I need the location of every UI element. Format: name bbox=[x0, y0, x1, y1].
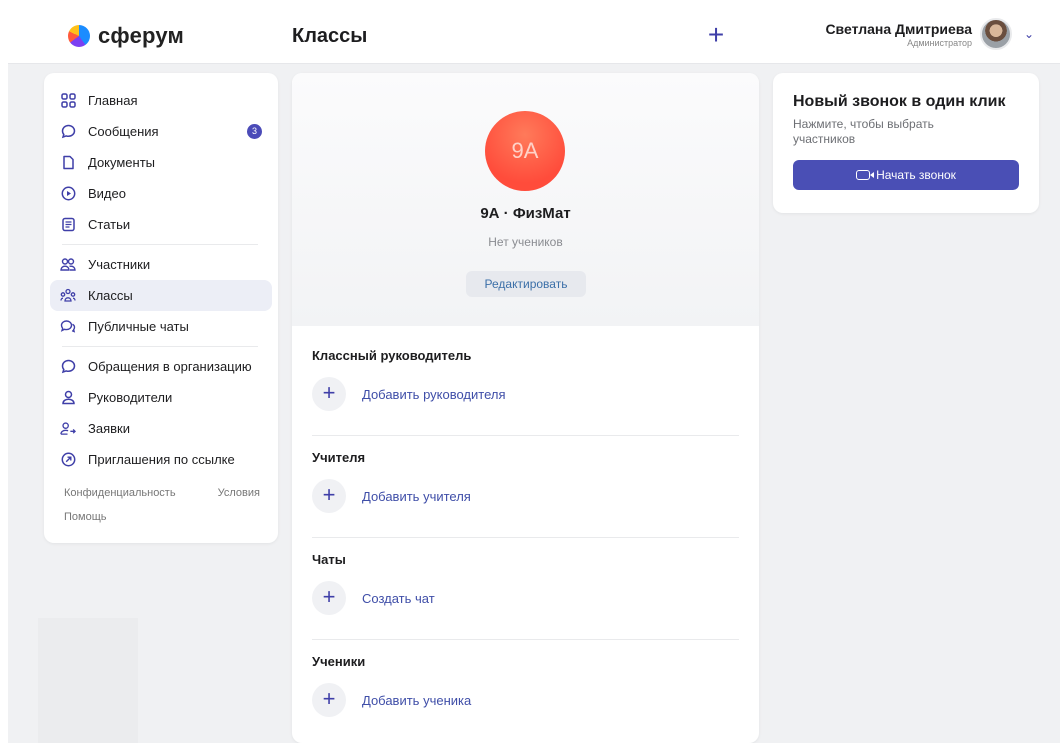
quick-call-card: Новый звонок в один клик Нажмите, чтобы … bbox=[773, 73, 1039, 213]
class-student-count: Нет учеников bbox=[488, 235, 563, 249]
top-bar: сферум Классы + Светлана Дмитриева Админ… bbox=[8, 8, 1060, 64]
section-teachers: Учителя + Добавить учителя bbox=[312, 450, 739, 513]
add-student-button[interactable]: + Добавить ученика bbox=[312, 683, 739, 717]
user-info: Светлана Дмитриева Администратор bbox=[825, 21, 972, 48]
sidebar-item-label: Документы bbox=[88, 155, 156, 170]
sidebar-item-articles[interactable]: Статьи bbox=[50, 209, 272, 240]
video-camera-icon bbox=[856, 170, 875, 180]
add-class-teacher-button[interactable]: + Добавить руководителя bbox=[312, 377, 739, 411]
add-teacher-button[interactable]: + Добавить учителя bbox=[312, 479, 739, 513]
add-label: Добавить руководителя bbox=[362, 386, 506, 402]
sidebar-item-label: Заявки bbox=[88, 421, 130, 436]
sidebar-item-public-chats[interactable]: Публичные чаты bbox=[50, 311, 272, 342]
chevron-down-icon[interactable]: ⌄ bbox=[1020, 25, 1038, 43]
sidebar-item-managers[interactable]: Руководители bbox=[50, 382, 272, 413]
start-call-button[interactable]: Начать звонок bbox=[793, 160, 1019, 190]
sidebar-divider bbox=[62, 244, 258, 245]
privacy-link[interactable]: Конфиденциальность bbox=[64, 487, 176, 499]
section-title: Чаты bbox=[312, 552, 346, 567]
play-icon bbox=[60, 186, 76, 202]
class-header: 9A 9А · ФизМат Нет учеников Редактироват… bbox=[292, 73, 759, 326]
sidebar-item-label: Руководители bbox=[88, 390, 173, 405]
edit-button[interactable]: Редактировать bbox=[466, 271, 586, 297]
sidebar-item-requests-org[interactable]: Обращения в организацию bbox=[50, 351, 272, 382]
sidebar: Главная Сообщения 3 Документы Видео Стат… bbox=[44, 73, 278, 543]
section-class-teacher: Классный руководитель + Добавить руковод… bbox=[312, 348, 739, 411]
class-avatar: 9A bbox=[485, 111, 565, 191]
user-name: Светлана Дмитриева bbox=[825, 20, 972, 37]
page-title: Классы bbox=[292, 25, 368, 47]
sidebar-item-classes[interactable]: Классы bbox=[50, 280, 272, 311]
app-window: сферум Классы + Светлана Дмитриева Админ… bbox=[8, 8, 1060, 743]
call-card-subtitle: Нажмите, чтобы выбрать участников bbox=[793, 117, 934, 146]
sidebar-item-label: Классы bbox=[88, 288, 133, 303]
users-icon bbox=[60, 257, 76, 273]
start-call-label: Начать звонок bbox=[876, 168, 956, 182]
background-shadow bbox=[38, 618, 138, 743]
section-title: Ученики bbox=[312, 654, 366, 669]
sidebar-item-label: Сообщения bbox=[88, 124, 159, 139]
unread-badge: 3 bbox=[247, 124, 262, 139]
person-icon bbox=[60, 390, 76, 406]
public-chat-icon bbox=[60, 319, 76, 335]
sidebar-footer: Конфиденциальность Условия Помощь bbox=[50, 475, 272, 523]
sidebar-item-label: Обращения в организацию bbox=[88, 359, 252, 374]
sidebar-item-label: Участники bbox=[88, 257, 151, 272]
article-icon bbox=[60, 217, 76, 233]
sidebar-item-participants[interactable]: Участники bbox=[50, 249, 272, 280]
sidebar-item-messages[interactable]: Сообщения 3 bbox=[50, 116, 272, 147]
grid-icon bbox=[60, 93, 76, 109]
section-students: Ученики + Добавить ученика bbox=[312, 654, 739, 717]
call-card-title: Новый звонок в один клик bbox=[793, 93, 1006, 110]
create-chat-button[interactable]: + Создать чат bbox=[312, 581, 739, 615]
sidebar-item-home[interactable]: Главная bbox=[50, 85, 272, 116]
plus-icon: + bbox=[312, 581, 346, 615]
chat-icon bbox=[60, 359, 76, 375]
class-name: 9А · ФизМат bbox=[480, 205, 571, 222]
person-arrow-icon bbox=[60, 421, 76, 437]
sidebar-item-label: Приглашения по ссылке bbox=[88, 452, 235, 467]
user-role: Администратор bbox=[907, 37, 972, 48]
terms-link[interactable]: Условия bbox=[218, 487, 260, 499]
sferum-logo-icon bbox=[68, 25, 90, 47]
chat-icon bbox=[60, 124, 76, 140]
plus-icon[interactable]: + bbox=[702, 21, 730, 50]
plus-icon: + bbox=[312, 479, 346, 513]
add-label: Добавить учителя bbox=[362, 488, 471, 504]
section-divider bbox=[312, 639, 739, 640]
sidebar-divider bbox=[62, 346, 258, 347]
sidebar-item-invite-links[interactable]: Приглашения по ссылке bbox=[50, 444, 272, 475]
class-details-panel: 9A 9А · ФизМат Нет учеников Редактироват… bbox=[292, 73, 759, 743]
classes-icon bbox=[60, 288, 76, 304]
section-title: Классный руководитель bbox=[312, 348, 472, 363]
logo[interactable]: сферум bbox=[68, 23, 184, 49]
plus-icon: + bbox=[312, 377, 346, 411]
sidebar-item-video[interactable]: Видео bbox=[50, 178, 272, 209]
document-icon bbox=[60, 155, 76, 171]
section-divider bbox=[312, 537, 739, 538]
section-chats: Чаты + Создать чат bbox=[312, 552, 739, 615]
sidebar-item-label: Главная bbox=[88, 93, 138, 108]
sidebar-item-label: Видео bbox=[88, 186, 126, 201]
user-menu[interactable]: Светлана Дмитриева Администратор ⌄ bbox=[825, 18, 1038, 50]
link-arrow-icon bbox=[60, 452, 76, 468]
section-divider bbox=[312, 435, 739, 436]
sidebar-item-label: Публичные чаты bbox=[88, 319, 189, 334]
plus-icon: + bbox=[312, 683, 346, 717]
add-label: Добавить ученика bbox=[362, 692, 472, 708]
sidebar-item-applications[interactable]: Заявки bbox=[50, 413, 272, 444]
help-link[interactable]: Помощь bbox=[64, 511, 107, 523]
section-title: Учителя bbox=[312, 450, 366, 465]
avatar[interactable] bbox=[980, 18, 1012, 50]
sidebar-item-label: Статьи bbox=[88, 217, 131, 232]
sidebar-item-documents[interactable]: Документы bbox=[50, 147, 272, 178]
add-label: Создать чат bbox=[362, 590, 435, 606]
logo-text: сферум bbox=[98, 23, 184, 48]
